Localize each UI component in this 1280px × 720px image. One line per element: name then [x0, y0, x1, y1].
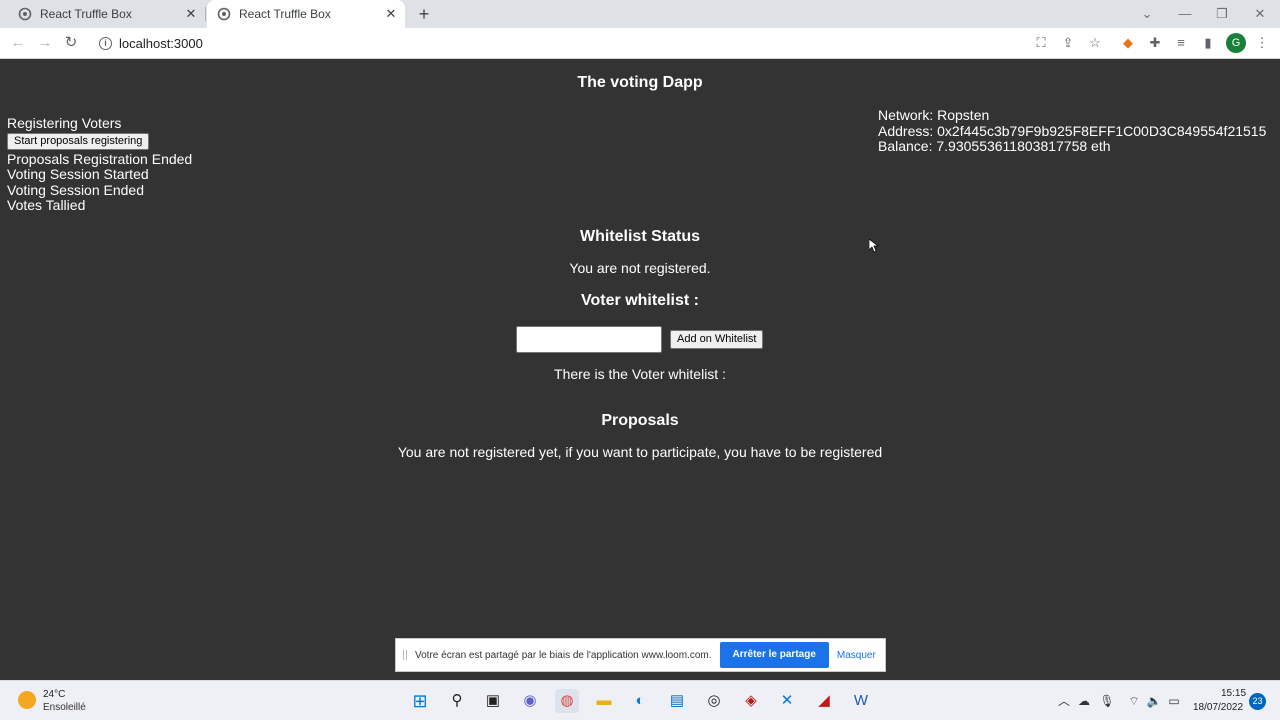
teams-chat-icon[interactable]: ◉	[518, 689, 542, 713]
voter-whitelist-heading: Voter whitelist :	[581, 292, 699, 309]
wifi-icon[interactable]: ⌔	[1126, 693, 1142, 709]
battery-icon[interactable]: ▭	[1166, 693, 1182, 709]
close-tab-icon[interactable]: ✕	[383, 6, 399, 22]
search-icon[interactable]: ⚲	[445, 689, 469, 713]
whitelist-status-message: You are not registered.	[569, 260, 711, 276]
browser-toolbar: ← → ↻ i localhost:3000 ⛶ ⇪ ☆ ◆ ✚ ≡ ▮ G ⋮	[0, 28, 1280, 59]
mouse-pointer-icon	[869, 239, 879, 253]
bookmark-star-icon[interactable]: ☆	[1086, 34, 1104, 52]
volume-icon[interactable]: 🔈	[1146, 693, 1162, 709]
start-proposals-registering-button[interactable]: Start proposals registering	[7, 132, 150, 150]
site-info-icon[interactable]: i	[99, 37, 112, 50]
workflow-step-voting-session-ended: Voting Session Ended	[7, 181, 144, 198]
close-window-icon[interactable]: ✕	[1250, 4, 1270, 24]
windows-start-icon[interactable]: ⊞	[408, 689, 432, 713]
screen-share-message: Votre écran est partagé par le biais de …	[415, 649, 712, 661]
tab-separator	[205, 7, 206, 21]
task-view-icon[interactable]: ▣	[481, 689, 505, 713]
page-title: The voting Dapp	[577, 74, 703, 91]
workflow-step-proposals-registration-ended: Proposals Registration Ended	[7, 150, 193, 167]
tab-title: React Truffle Box	[40, 7, 132, 21]
react-truffle-favicon-icon	[217, 7, 231, 21]
workflow-status-list: Registering Voters Start proposals regis…	[7, 115, 193, 214]
acrobat-icon[interactable]: ◢	[812, 689, 836, 713]
close-tab-icon[interactable]: ✕	[183, 6, 199, 22]
windows-taskbar: 24°C Ensoleillé ⊞ ⚲ ▣ ◉ ◍ ▬ ◐ ▤ ◎ ◈ ✕ ◢ …	[0, 680, 1280, 720]
screen-share-banner: Votre écran est partagé par le biais de …	[395, 638, 886, 672]
microsoft-store-icon[interactable]: ▤	[665, 689, 689, 713]
reading-list-icon[interactable]: ≡	[1172, 34, 1190, 52]
microphone-icon[interactable]: 🎙	[1099, 693, 1115, 709]
translate-icon[interactable]: ⛶	[1032, 34, 1050, 52]
balance-text: Balance: 7.930553611803817758 eth	[878, 138, 1111, 154]
edge-icon[interactable]: ◐	[628, 689, 652, 713]
account-info: Network: Ropsten Address: 0x2f445c3b79F9…	[878, 107, 1267, 155]
restore-window-icon[interactable]: ❐	[1212, 4, 1232, 24]
profile-avatar[interactable]: G	[1226, 33, 1246, 53]
back-arrow-icon[interactable]: ←	[8, 33, 28, 53]
vscode-icon[interactable]: ✕	[775, 689, 799, 713]
address-bar[interactable]: i localhost:3000	[90, 31, 1025, 56]
file-explorer-icon[interactable]: ▬	[592, 689, 616, 713]
whitelist-status-heading: Whitelist Status	[579, 228, 700, 245]
tab-search-chevron-icon[interactable]: ⌄	[1137, 4, 1157, 24]
dapp-page: The voting Dapp Registering Voters Start…	[0, 60, 1280, 680]
workflow-step-votes-tallied: Votes Tallied	[7, 197, 86, 213]
address-text: Address: 0x2f445c3b79F9b925F8EFF1C00D3C8…	[878, 122, 1267, 139]
side-panel-icon[interactable]: ▮	[1199, 34, 1217, 52]
extensions-puzzle-icon[interactable]: ✚	[1146, 34, 1164, 52]
voter-whitelist-label: There is the Voter whitelist :	[554, 366, 726, 382]
add-on-whitelist-button[interactable]: Add on Whitelist	[670, 330, 764, 349]
browser-tab-active[interactable]: React Truffle Box ✕	[207, 0, 405, 28]
clock-time[interactable]: 15:15	[1221, 688, 1246, 699]
workflow-step-registering-voters: Registering Voters	[7, 115, 122, 131]
proposals-message: You are not registered yet, if you want …	[397, 444, 883, 460]
weather-description: Ensoleillé	[43, 702, 86, 713]
chrome-icon[interactable]: ◍	[555, 689, 579, 713]
reload-icon[interactable]: ↻	[61, 33, 81, 53]
onedrive-cloud-icon[interactable]: ☁	[1076, 693, 1092, 709]
mcafee-icon[interactable]: ◈	[739, 689, 763, 713]
clock-date[interactable]: 18/07/2022	[1193, 702, 1243, 713]
workflow-step-voting-session-started: Voting Session Started	[7, 166, 149, 182]
minimize-window-icon[interactable]: —	[1175, 4, 1195, 24]
browser-tab[interactable]: React Truffle Box ✕	[0, 0, 205, 28]
metamask-fox-icon[interactable]: ◆	[1119, 34, 1137, 52]
more-menu-icon[interactable]: ⋮	[1253, 34, 1271, 52]
share-icon[interactable]: ⇪	[1059, 34, 1077, 52]
react-truffle-favicon-icon	[18, 7, 32, 21]
hide-banner-link[interactable]: Masquer	[837, 650, 876, 661]
network-text: Network: Ropsten	[878, 107, 990, 123]
proposals-heading: Proposals	[601, 412, 679, 429]
url-text: localhost:3000	[119, 36, 203, 51]
dell-icon[interactable]: ◎	[702, 689, 726, 713]
voter-address-input[interactable]	[516, 326, 662, 353]
sun-weather-icon[interactable]	[18, 691, 36, 709]
forward-arrow-icon[interactable]: →	[35, 33, 55, 53]
drag-handle-icon[interactable]	[403, 650, 407, 660]
new-tab-plus-icon[interactable]: +	[414, 4, 434, 24]
word-icon[interactable]: W	[849, 689, 873, 713]
weather-temperature: 24°C	[43, 689, 66, 700]
tab-title: React Truffle Box	[239, 7, 331, 21]
notification-count-badge[interactable]: 23	[1249, 693, 1266, 710]
show-hidden-icons-chevron-icon[interactable]: ︿	[1056, 693, 1072, 709]
browser-tab-strip: React Truffle Box ✕ React Truffle Box ✕ …	[0, 0, 1280, 28]
stop-sharing-button[interactable]: Arrêter le partage	[719, 642, 829, 668]
